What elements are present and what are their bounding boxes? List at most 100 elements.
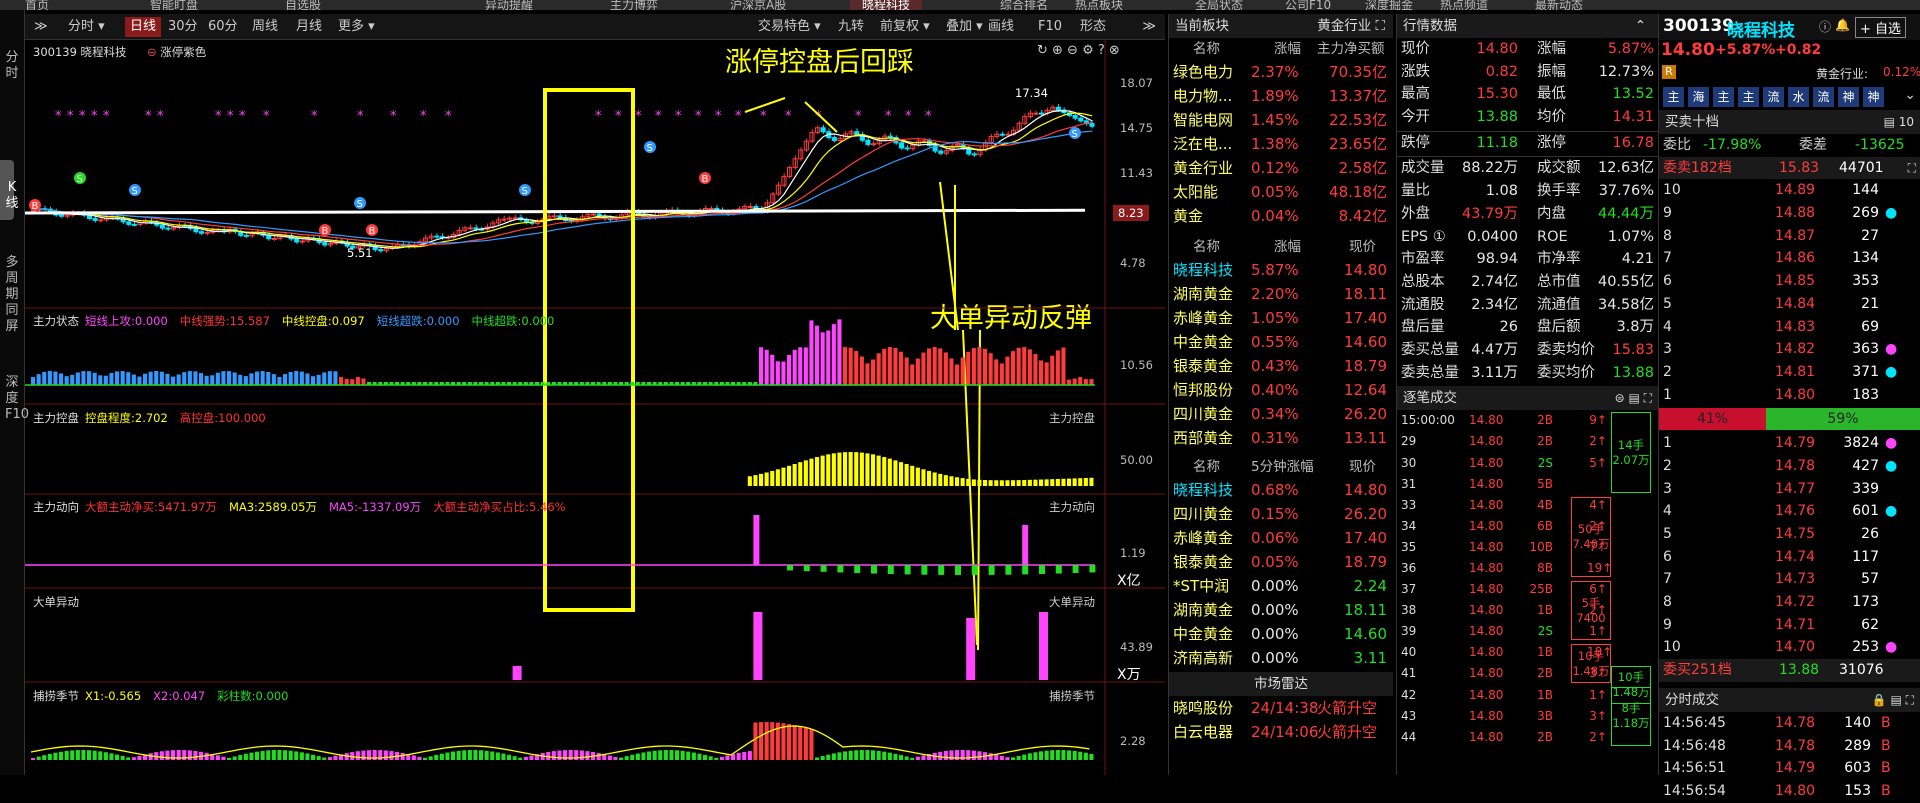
tool-3[interactable]: 叠加 ▾ bbox=[941, 17, 988, 37]
ask-row[interactable]: 5 14.84 21 bbox=[1659, 293, 1920, 316]
sector-row[interactable]: 晓程科技 0.68% 14.80 bbox=[1169, 478, 1393, 502]
bid-row[interactable]: 10 14.70 253 ● bbox=[1659, 636, 1920, 659]
kline-chart-area[interactable]: 300139 晓程科技 ⊝ 涨停紫色 ↻ ⊕ ⊖ ⚙ ? ⊗ 涨停控盘后回踩 大… bbox=[25, 40, 1165, 775]
chevron-down-icon[interactable]: ⌄ bbox=[1904, 87, 1916, 103]
sidebar-item-intraday[interactable]: 分时 bbox=[5, 50, 19, 82]
top-tab[interactable]: 主力博弈 bbox=[610, 0, 658, 10]
tool-5[interactable]: F10 bbox=[1033, 17, 1067, 37]
sector-row[interactable]: 四川黄金 0.34% 26.20 bbox=[1169, 402, 1393, 426]
sector-row[interactable]: 赤峰黄金 1.05% 17.40 bbox=[1169, 306, 1393, 330]
sector-row[interactable]: 赤峰黄金 0.06% 17.40 bbox=[1169, 526, 1393, 550]
top-tab[interactable]: 热点板块 bbox=[1075, 0, 1123, 10]
sector-row[interactable]: 恒邦股份 0.40% 12.64 bbox=[1169, 378, 1393, 402]
top-tab[interactable]: 异动提醒 bbox=[485, 0, 533, 10]
top-tab[interactable]: 自选股 bbox=[285, 0, 321, 10]
sector-row[interactable]: 晓程科技 5.87% 14.80 bbox=[1169, 258, 1393, 282]
feature-tag[interactable]: 主 bbox=[1713, 87, 1734, 107]
sector-row[interactable]: 晓鸣股份 24/14:38 火箭升空 bbox=[1169, 696, 1393, 720]
sector-row[interactable]: *ST中润 0.00% 2.24 bbox=[1169, 574, 1393, 598]
ask-row[interactable]: 10 14.89 144 bbox=[1659, 179, 1920, 202]
sidebar-item-f10[interactable]: 深度F10 bbox=[5, 375, 29, 423]
ask-row[interactable]: 1 14.80 183 bbox=[1659, 384, 1920, 407]
industry-label[interactable]: 黄金行业: bbox=[1816, 65, 1868, 82]
period-1[interactable]: 日线 bbox=[125, 17, 162, 37]
sidebar-item-multi-period[interactable]: 多周期同屏 bbox=[5, 255, 19, 335]
sector-row[interactable]: 泛在电... 1.38% 23.65亿 bbox=[1169, 132, 1393, 156]
bell-icon[interactable]: 🔔 bbox=[1835, 18, 1850, 32]
sector-row[interactable]: 湖南黄金 2.20% 18.11 bbox=[1169, 282, 1393, 306]
orderbook-tools-icon[interactable]: ▤ 10 bbox=[1884, 110, 1914, 134]
top-tab[interactable]: 沪深京A股 bbox=[730, 0, 786, 10]
tool-2[interactable]: 前复权 ▾ bbox=[875, 17, 935, 37]
sector-row[interactable]: 济南高新 0.00% 3.11 bbox=[1169, 646, 1393, 670]
bid-row[interactable]: 6 14.74 117 bbox=[1659, 546, 1920, 569]
sector-row[interactable]: 中金黄金 0.55% 14.60 bbox=[1169, 330, 1393, 354]
feature-tag[interactable]: 主 bbox=[1738, 87, 1759, 107]
info-icon[interactable]: ⓘ bbox=[1819, 18, 1831, 35]
ask-row[interactable]: 6 14.85 353 bbox=[1659, 270, 1920, 293]
feature-tag[interactable]: 主 bbox=[1663, 87, 1684, 107]
bid-row[interactable]: 9 14.71 62 bbox=[1659, 614, 1920, 637]
sector-row[interactable]: 中金黄金 0.00% 14.60 bbox=[1169, 622, 1393, 646]
sector-row[interactable]: 黄金行业 0.12% 2.58亿 bbox=[1169, 156, 1393, 180]
expand-icon[interactable]: ⛶ bbox=[1908, 157, 1916, 180]
bid-row[interactable]: 3 14.77 339 bbox=[1659, 478, 1920, 501]
period-0[interactable]: 分时 ▾ bbox=[63, 17, 110, 37]
feature-tag[interactable]: 流 bbox=[1813, 87, 1834, 107]
bid-row[interactable]: 8 14.72 173 bbox=[1659, 591, 1920, 614]
trades-tools-icon[interactable]: 🔒 ▤ ⛶ bbox=[1872, 688, 1914, 712]
ask-row[interactable]: 9 14.88 269 ● bbox=[1659, 202, 1920, 225]
top-tab[interactable]: 首页 bbox=[25, 0, 49, 10]
feature-tag[interactable]: 神 bbox=[1838, 87, 1859, 107]
period-4[interactable]: 周线 bbox=[247, 17, 283, 37]
expand-icon[interactable]: ≫ bbox=[29, 17, 53, 37]
feature-tag[interactable]: 神 bbox=[1863, 87, 1884, 107]
top-tab[interactable]: 热点频道 bbox=[1440, 0, 1488, 10]
period-3[interactable]: 60分 bbox=[203, 17, 243, 37]
sector-row[interactable]: 湖南黄金 0.00% 18.11 bbox=[1169, 598, 1393, 622]
period-2[interactable]: 30分 bbox=[163, 17, 203, 37]
feature-tag[interactable]: 流 bbox=[1763, 87, 1784, 107]
tool-0[interactable]: 交易特色 ▾ bbox=[753, 17, 826, 37]
ask-row[interactable]: 2 14.81 371 ● bbox=[1659, 361, 1920, 384]
tool-4[interactable]: 画线 bbox=[983, 17, 1019, 37]
sector-row[interactable]: 电力物... 1.89% 13.37亿 bbox=[1169, 84, 1393, 108]
sector-row[interactable]: 黄金 0.04% 8.42亿 bbox=[1169, 204, 1393, 228]
feature-tag[interactable]: 水 bbox=[1788, 87, 1809, 107]
collapse-icon[interactable]: ⌃ bbox=[1635, 14, 1646, 38]
top-tab[interactable]: 最新动态 bbox=[1535, 0, 1583, 10]
sector-row[interactable]: 智能电网 1.45% 22.53亿 bbox=[1169, 108, 1393, 132]
add-self-select-button[interactable]: + 自选 bbox=[1855, 17, 1907, 38]
tool-1[interactable]: 九转 bbox=[833, 17, 869, 37]
sector-industry-link[interactable]: 黄金行业 ⛶ bbox=[1317, 14, 1385, 38]
sector-row[interactable]: 西部黄金 0.31% 13.11 bbox=[1169, 426, 1393, 450]
sector-row[interactable]: 银泰黄金 0.43% 18.79 bbox=[1169, 354, 1393, 378]
top-tab[interactable]: 公司F10 bbox=[1285, 0, 1331, 10]
sector-row[interactable]: 银泰黄金 0.05% 18.79 bbox=[1169, 550, 1393, 574]
period-6[interactable]: 更多 ▾ bbox=[333, 17, 380, 37]
top-tab[interactable]: 深度掘金 bbox=[1365, 0, 1413, 10]
sidebar-item-kline[interactable]: K线 bbox=[5, 180, 19, 212]
more-icon[interactable]: ≫ bbox=[1137, 17, 1161, 37]
sector-row[interactable]: 绿色电力 2.37% 70.35亿 bbox=[1169, 60, 1393, 84]
bid-row[interactable]: 2 14.78 427 ● bbox=[1659, 455, 1920, 478]
bid-row[interactable]: 4 14.76 601 ● bbox=[1659, 500, 1920, 523]
top-tab[interactable]: 智能盯盘 bbox=[150, 0, 198, 10]
sector-row[interactable]: 太阳能 0.05% 48.18亿 bbox=[1169, 180, 1393, 204]
feature-tag[interactable]: 海 bbox=[1688, 87, 1709, 107]
ask-row[interactable]: 4 14.83 69 bbox=[1659, 316, 1920, 339]
period-5[interactable]: 月线 bbox=[291, 17, 327, 37]
top-tab[interactable]: 综合排名 bbox=[1000, 0, 1048, 10]
bid-row[interactable]: 1 14.79 3824 ● bbox=[1659, 432, 1920, 455]
top-tab[interactable]: 全局状态 bbox=[1195, 0, 1243, 10]
sector-row[interactable]: 白云电器 24/14:06 火箭升空 bbox=[1169, 720, 1393, 744]
bid-row[interactable]: 7 14.73 57 bbox=[1659, 568, 1920, 591]
ask-row[interactable]: 3 14.82 363 ● bbox=[1659, 338, 1920, 361]
ticks-tools-icon[interactable]: ⊜ ▤ ⛶ bbox=[1615, 386, 1652, 410]
tool-6[interactable]: 形态 bbox=[1075, 17, 1111, 37]
top-tab[interactable]: 晓程科技 bbox=[850, 0, 923, 10]
ask-row[interactable]: 7 14.86 134 bbox=[1659, 247, 1920, 270]
sector-row[interactable]: 四川黄金 0.15% 26.20 bbox=[1169, 502, 1393, 526]
bid-row[interactable]: 5 14.75 26 bbox=[1659, 523, 1920, 546]
ask-row[interactable]: 8 14.87 27 bbox=[1659, 225, 1920, 248]
